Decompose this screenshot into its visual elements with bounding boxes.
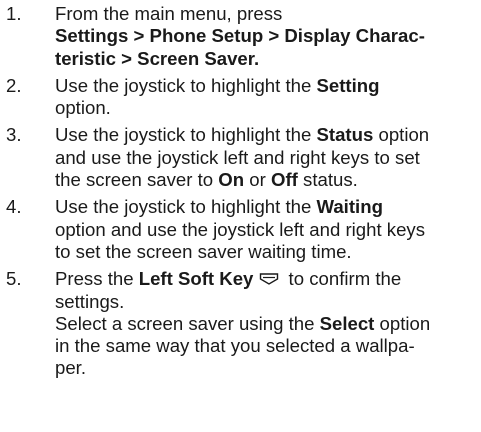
menu-path: Settings > Phone Setup > Display Charac- xyxy=(55,25,425,47)
step-line: Use the joystick to highlight the Waitin… xyxy=(55,196,473,218)
text-run: option xyxy=(374,312,431,334)
step-text: Press the Left Soft Key to confirm the s… xyxy=(55,268,481,379)
step-line: to set the screen saver waiting time. xyxy=(55,240,352,262)
text-run: Use the joystick to highlight the xyxy=(55,74,317,96)
step-line: per. xyxy=(55,357,87,379)
key-name: Left Soft Key xyxy=(138,268,254,290)
text-run: status. xyxy=(297,169,358,191)
step-line: settings. xyxy=(55,290,125,312)
step-line: From the main menu, press xyxy=(55,3,283,24)
step-number: 2. xyxy=(6,74,22,96)
option-value: On xyxy=(218,169,245,191)
step-line: in the same way that you selected a wall… xyxy=(55,335,415,357)
step-number: 3. xyxy=(6,124,22,146)
menu-path: teristic > Screen Saver. xyxy=(55,47,260,69)
step-1: 1. From the main menu, press Settings > … xyxy=(0,3,481,70)
option-value: Off xyxy=(271,169,298,191)
text-run: to confirm the xyxy=(283,268,402,290)
step-line: Press the Left Soft Key to confirm the xyxy=(55,268,473,290)
step-number: 1. xyxy=(6,3,22,24)
text-run: Use the joystick to highlight the xyxy=(55,196,317,218)
text-run: option xyxy=(373,124,430,146)
step-line: Use the joystick to highlight the Status… xyxy=(55,124,473,146)
option-name: Setting xyxy=(316,74,380,96)
step-line: and use the joystick left and right keys… xyxy=(55,146,420,168)
instruction-list: 1. From the main menu, press Settings > … xyxy=(0,3,481,380)
step-line: Select a screen saver using the Select o… xyxy=(55,313,473,335)
option-name: Status xyxy=(316,124,374,146)
option-name: Select xyxy=(319,312,375,334)
step-line: the screen saver to On or Off status. xyxy=(55,169,473,191)
step-5: 5. Press the Left Soft Key to confirm th… xyxy=(0,268,481,379)
text-run: or xyxy=(244,169,271,191)
step-text: From the main menu, press Settings > Pho… xyxy=(55,3,481,70)
left-soft-key-icon xyxy=(259,269,279,286)
option-name: Waiting xyxy=(316,196,383,218)
step-text: Use the joystick to highlight the Status… xyxy=(55,124,481,191)
text-run: the screen saver to xyxy=(55,169,219,191)
step-line: option and use the joystick left and rig… xyxy=(55,218,426,240)
text-run: Press the xyxy=(55,268,139,290)
step-line: Use the joystick to highlight the Settin… xyxy=(55,75,473,97)
text-run: Select a screen saver using the xyxy=(55,312,320,334)
step-4: 4. Use the joystick to highlight the Wai… xyxy=(0,196,481,263)
step-number: 4. xyxy=(6,196,22,218)
step-2: 2. Use the joystick to highlight the Set… xyxy=(0,75,481,120)
step-text: Use the joystick to highlight the Settin… xyxy=(55,75,481,120)
step-3: 3. Use the joystick to highlight the Sta… xyxy=(0,124,481,191)
step-line: option. xyxy=(55,97,111,119)
step-text: Use the joystick to highlight the Waitin… xyxy=(55,196,481,263)
text-run: Use the joystick to highlight the xyxy=(55,124,317,146)
step-number: 5. xyxy=(6,268,22,290)
